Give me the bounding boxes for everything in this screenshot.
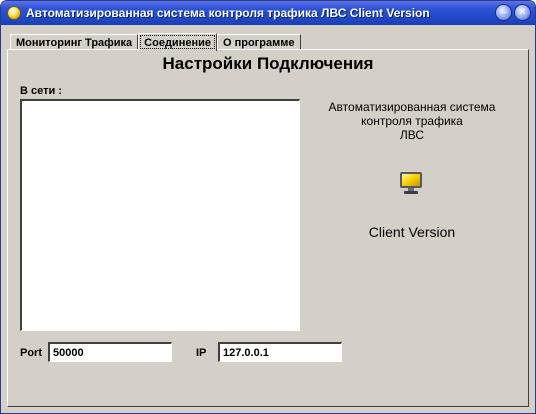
page-title: Настройки Подключения	[162, 54, 374, 73]
app-description-line: контроля трафика	[361, 114, 463, 128]
close-icon: ✕	[518, 6, 527, 18]
close-button[interactable]: ✕	[514, 4, 531, 21]
connection-panel: Настройки Подключения В сети : Автоматиз…	[7, 49, 529, 407]
port-field[interactable]	[48, 342, 172, 362]
minimize-button[interactable]: –	[495, 4, 512, 21]
tab-bar: Мониторинг Трафика Соединение О программ…	[10, 32, 301, 51]
window-controls: – ✕	[495, 4, 531, 21]
tab-connection[interactable]: Соединение	[138, 33, 217, 51]
minimize-icon: –	[500, 6, 507, 18]
online-hosts-list[interactable]	[20, 99, 300, 331]
ip-label: IP	[196, 347, 207, 359]
ip-field[interactable]	[218, 342, 342, 362]
port-label: Port	[20, 347, 42, 359]
title-bar[interactable]: Автоматизированная система контроля траф…	[1, 1, 535, 25]
app-description-line: ЛВС	[399, 128, 425, 142]
tab-traffic-monitoring[interactable]: Мониторинг Трафика	[10, 34, 139, 50]
window-title: Автоматизированная система контроля траф…	[26, 6, 430, 20]
online-label: В сети :	[20, 85, 62, 97]
client-version-label: Client Version	[368, 224, 456, 240]
main-window: Автоматизированная система контроля траф…	[0, 0, 536, 414]
tab-about[interactable]: О программе	[216, 34, 301, 50]
app-icon	[7, 6, 21, 20]
app-description-line: Автоматизированная система	[328, 100, 496, 114]
app-description: Автоматизированная система контроля траф…	[304, 100, 520, 142]
monitor-icon	[400, 172, 422, 194]
